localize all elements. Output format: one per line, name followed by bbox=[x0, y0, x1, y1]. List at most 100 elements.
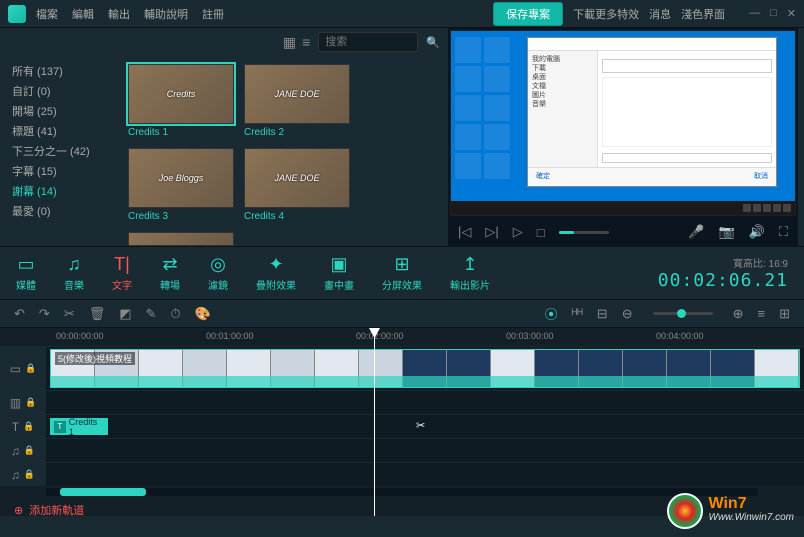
search-icon[interactable]: 🔍 bbox=[426, 36, 440, 49]
crop-icon[interactable]: ◩ bbox=[119, 306, 131, 322]
tool-overlay[interactable]: ✦疊附效果 bbox=[256, 254, 296, 292]
thumb-credits-1[interactable]: Credits Credits 1 bbox=[128, 64, 234, 138]
export-icon: ↥ bbox=[462, 254, 477, 274]
text-track-head[interactable]: T🔒 bbox=[0, 415, 46, 438]
cat-credits[interactable]: 謝幕 (14) bbox=[12, 182, 108, 202]
preview-taskbar bbox=[451, 201, 795, 215]
tool-media[interactable]: ▭媒體 bbox=[16, 254, 36, 292]
plus-icon: ⊕ bbox=[14, 504, 23, 517]
menu-help[interactable]: 輔助說明 bbox=[144, 6, 188, 22]
close-button[interactable]: ✕ bbox=[787, 7, 796, 20]
library-panel: ▦ ≡ 🔍 所有 (137) 自訂 (0) 開場 (25) 標題 (41) 下三… bbox=[0, 28, 448, 246]
maximize-button[interactable]: □ bbox=[770, 7, 777, 20]
overlay-track-row: ▥🔒 bbox=[0, 390, 804, 414]
video-track-row: ▭🔒 5(修改後)視頻教程 bbox=[0, 346, 804, 390]
fullscreen-icon[interactable]: ⛶ bbox=[779, 224, 788, 240]
progress-slider[interactable] bbox=[559, 231, 610, 234]
settings-icon[interactable]: ⊞ bbox=[779, 306, 790, 322]
preview-viewport[interactable]: 我的電腦 下載 桌面 文檔 圖片 音樂 bbox=[450, 30, 796, 216]
tool-music[interactable]: ♫音樂 bbox=[64, 254, 84, 292]
cut-icon[interactable]: ✂ bbox=[64, 306, 75, 322]
lock-icon[interactable]: 🔒 bbox=[24, 469, 35, 480]
timecode-display: 00:02:06.21 bbox=[658, 270, 788, 291]
tool-output[interactable]: ↥輸出影片 bbox=[450, 254, 490, 292]
tool-filter[interactable]: ◎濾鏡 bbox=[208, 254, 228, 292]
dialog-item: 我的電腦 bbox=[532, 55, 593, 64]
cat-custom[interactable]: 自訂 (0) bbox=[12, 82, 108, 102]
cat-subtitle[interactable]: 字幕 (15) bbox=[12, 162, 108, 182]
thumb-credits-3[interactable]: Joe Bloggs Credits 3 bbox=[128, 148, 234, 222]
menu-edit[interactable]: 編輯 bbox=[72, 6, 94, 22]
text-clip[interactable]: Credits 1 bbox=[50, 418, 108, 435]
overlay-track-head[interactable]: ▥🔒 bbox=[0, 391, 46, 414]
audio-waveform[interactable] bbox=[50, 376, 800, 388]
volume-icon[interactable]: 🔊 bbox=[749, 224, 765, 240]
menu-register[interactable]: 註冊 bbox=[202, 6, 224, 22]
lock-icon[interactable]: 🔒 bbox=[24, 445, 35, 456]
speed-icon[interactable]: ⏱ bbox=[170, 306, 180, 322]
effect-toolbar: ▭媒體 ♫音樂 T|文字 ⇄轉場 ◎濾鏡 ✦疊附效果 ▣畫中畫 ⊞分屏效果 ↥輸… bbox=[0, 246, 804, 300]
tool-transition[interactable]: ⇄轉場 bbox=[160, 254, 180, 292]
cat-favorite[interactable]: 最愛 (0) bbox=[12, 202, 108, 222]
folder-icon: ▭ bbox=[17, 254, 34, 274]
thumb-credits-2[interactable]: JANE DOE Credits 2 bbox=[244, 64, 350, 138]
next-frame-icon[interactable]: ▷| bbox=[485, 224, 498, 240]
zoom-out-icon[interactable]: ⊖ bbox=[622, 306, 633, 322]
time-mark: 00:00:00:00 bbox=[56, 331, 104, 341]
desktop-icon bbox=[455, 37, 481, 63]
zoom-in-icon[interactable]: ⊕ bbox=[733, 306, 744, 322]
color-icon[interactable]: 🎨 bbox=[195, 306, 211, 322]
minimize-button[interactable]: — bbox=[749, 7, 760, 20]
cat-all[interactable]: 所有 (137) bbox=[12, 62, 108, 82]
undo-icon[interactable]: ↶ bbox=[14, 306, 25, 322]
light-ui-link[interactable]: 淺色界面 bbox=[681, 6, 725, 22]
lock-icon[interactable]: 🔒 bbox=[23, 421, 34, 432]
desktop-icon bbox=[455, 95, 481, 121]
lock-icon[interactable]: 🔒 bbox=[25, 363, 36, 374]
audio-track-head[interactable]: ♫🔒 bbox=[0, 463, 46, 486]
lock-icon[interactable]: 🔒 bbox=[25, 397, 36, 408]
cat-lower-third[interactable]: 下三分之一 (42) bbox=[12, 142, 108, 162]
filter-icon: ◎ bbox=[210, 254, 226, 274]
zoom-slider[interactable] bbox=[653, 312, 713, 315]
edit-icon[interactable]: ✎ bbox=[146, 306, 157, 322]
timeline-scrollbar[interactable] bbox=[46, 488, 758, 496]
fit-icon[interactable]: ⊟ bbox=[597, 306, 608, 322]
play-icon[interactable]: ▷ bbox=[513, 224, 523, 240]
desktop-icon bbox=[484, 66, 510, 92]
video-track-head[interactable]: ▭🔒 bbox=[0, 347, 46, 390]
thumb-credits-4[interactable]: JANE DOE Credits 4 bbox=[244, 148, 350, 222]
search-input[interactable] bbox=[318, 32, 418, 52]
prev-frame-icon[interactable]: |◁ bbox=[458, 224, 471, 240]
save-project-button[interactable]: 保存專案 bbox=[493, 2, 563, 26]
dialog-cancel: 取消 bbox=[754, 171, 768, 183]
timeline: 00:00:00:00 00:01:00:00 00:02:00:00 00:0… bbox=[0, 328, 804, 516]
desktop-icon bbox=[484, 37, 510, 63]
download-fx-link[interactable]: 下載更多特效 bbox=[573, 6, 639, 22]
tool-text[interactable]: T|文字 bbox=[112, 254, 132, 292]
grid-view-icon[interactable]: ▦ bbox=[283, 34, 296, 51]
redo-icon[interactable]: ↷ bbox=[39, 306, 50, 322]
scrollbar-thumb[interactable] bbox=[60, 488, 145, 496]
snapshot-icon[interactable]: 📷 bbox=[719, 224, 735, 240]
cat-opening[interactable]: 開場 (25) bbox=[12, 102, 108, 122]
tool-split[interactable]: ⊞分屏效果 bbox=[382, 254, 422, 292]
thumb-partial[interactable] bbox=[128, 232, 234, 246]
list-view-icon[interactable]: ≡ bbox=[302, 34, 310, 51]
time-mark: 00:03:00:00 bbox=[506, 331, 554, 341]
audio-track-head[interactable]: ♫🔒 bbox=[0, 439, 46, 462]
record-icon[interactable]: ⦿ bbox=[545, 304, 558, 323]
menu-icon[interactable]: ≡ bbox=[758, 306, 766, 321]
marker-icon[interactable]: ᴴᴴ bbox=[572, 306, 583, 321]
delete-icon[interactable]: 🗑 bbox=[89, 306, 106, 322]
cat-title[interactable]: 標題 (41) bbox=[12, 122, 108, 142]
playhead[interactable] bbox=[374, 328, 375, 516]
stop-icon[interactable]: □ bbox=[537, 225, 545, 240]
tool-pip[interactable]: ▣畫中畫 bbox=[324, 254, 354, 292]
mic-icon[interactable]: 🎤 bbox=[688, 224, 704, 240]
time-ruler[interactable]: 00:00:00:00 00:01:00:00 00:02:00:00 00:0… bbox=[46, 328, 804, 346]
messages-link[interactable]: 消息 bbox=[649, 6, 671, 22]
menu-file[interactable]: 檔案 bbox=[36, 6, 58, 22]
desktop-icon bbox=[484, 153, 510, 179]
menu-export[interactable]: 輸出 bbox=[108, 6, 130, 22]
